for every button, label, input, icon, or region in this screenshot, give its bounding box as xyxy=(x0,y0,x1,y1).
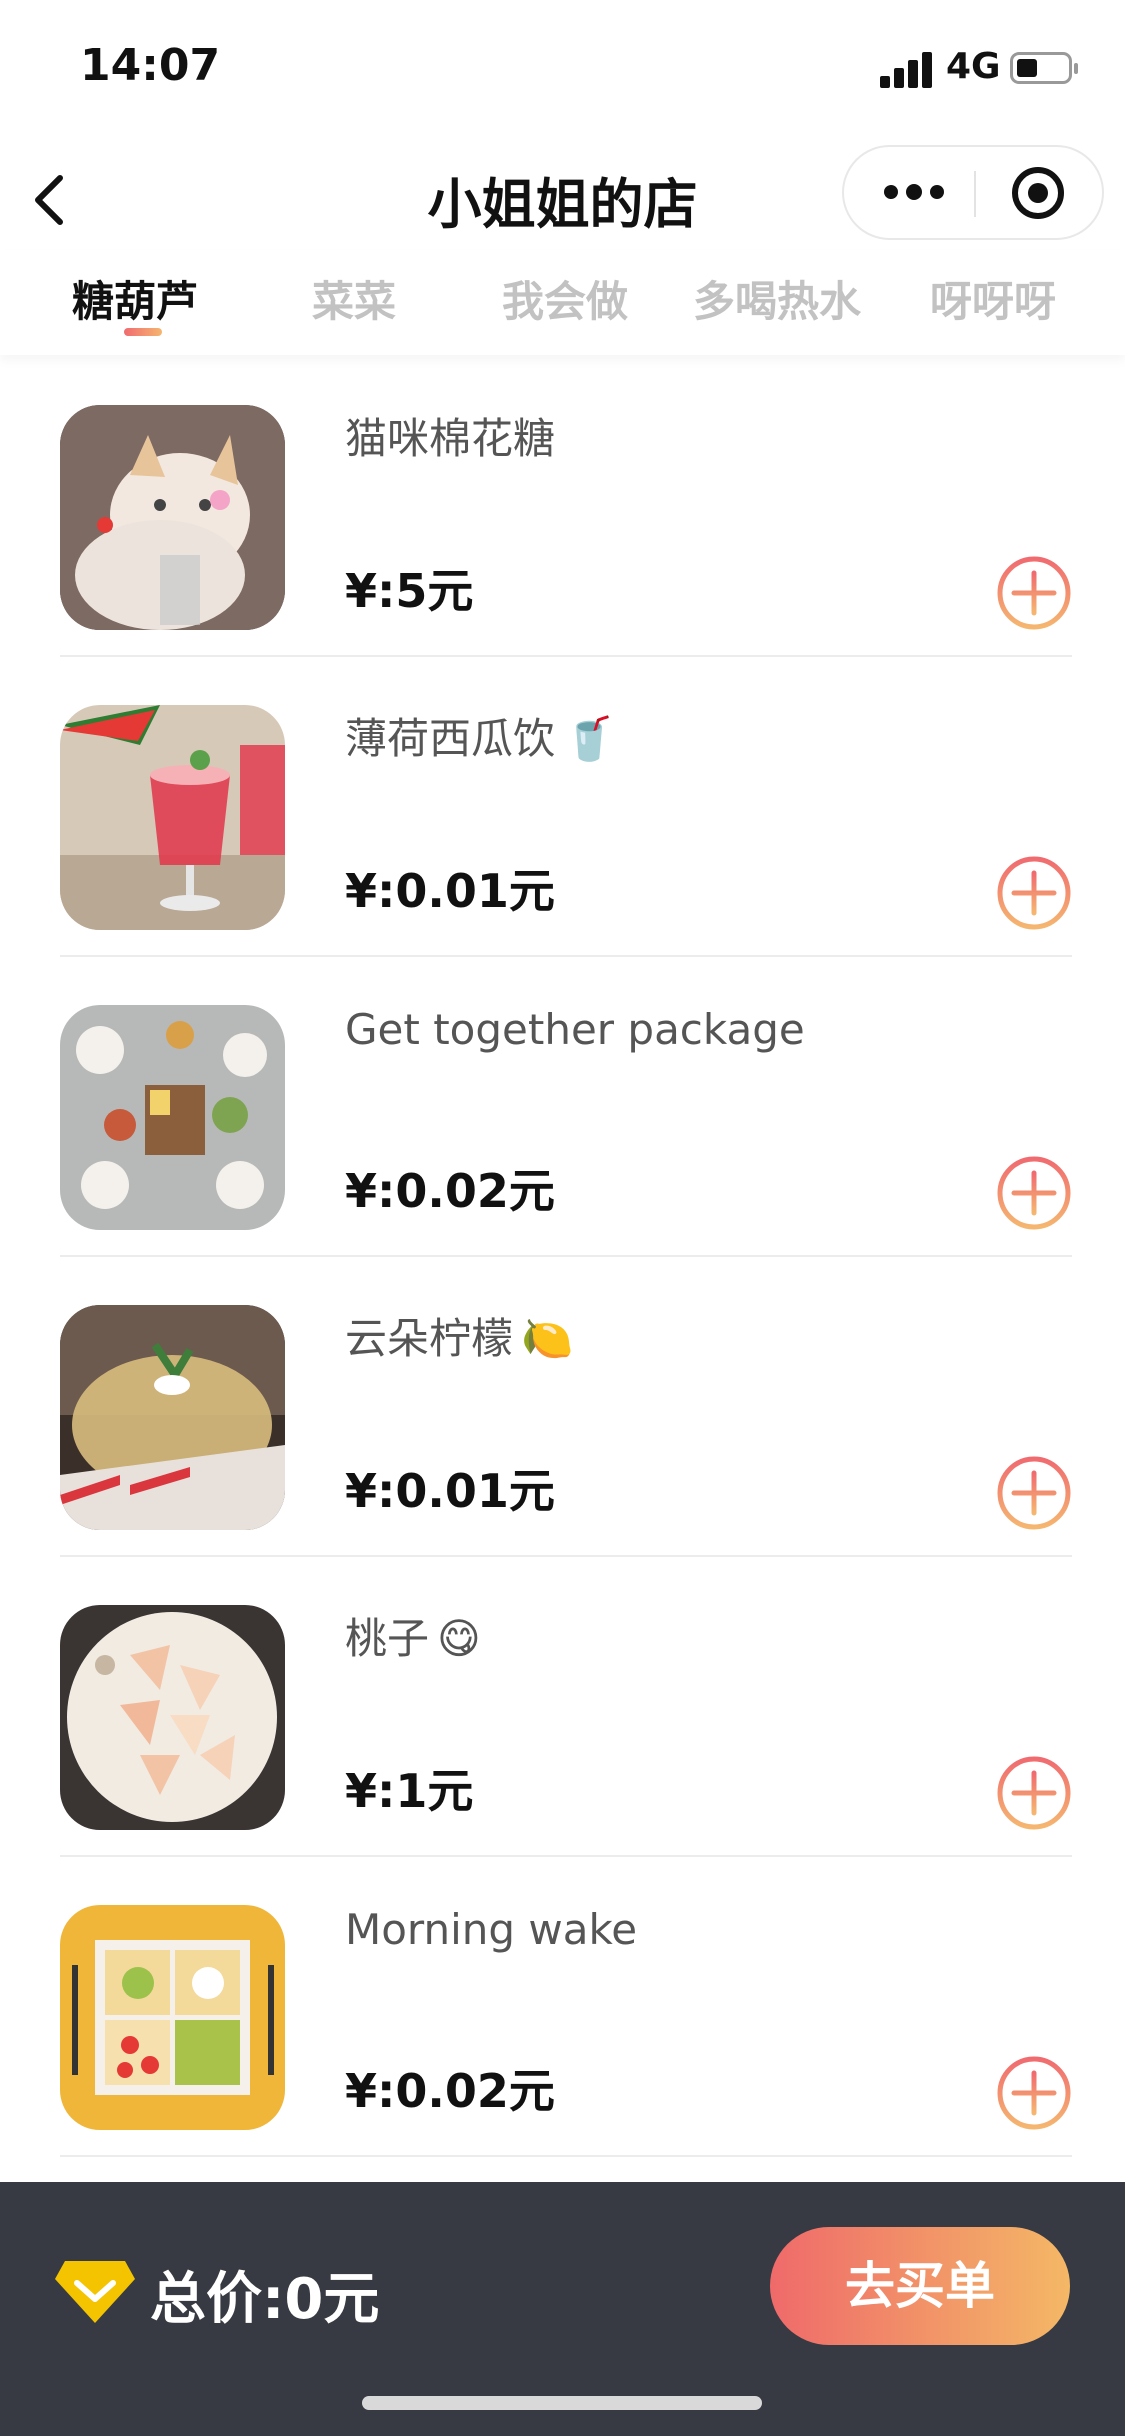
home-indicator[interactable] xyxy=(362,2396,762,2410)
battery-icon xyxy=(1010,52,1078,84)
close-target-icon[interactable] xyxy=(1012,167,1064,219)
product-price: ¥:0.01元 xyxy=(345,1464,555,1518)
status-time: 14:07 xyxy=(80,40,221,91)
lemon-emoji-icon: 🍋 xyxy=(521,1314,574,1363)
product-image xyxy=(60,1005,285,1230)
product-image xyxy=(60,1905,285,2130)
product-name: Get together package xyxy=(345,1005,805,1054)
category-tabs: 糖葫芦 菜菜 我会做 多喝热水 呀呀呀 xyxy=(0,250,1125,355)
list-item[interactable]: Get together package ¥:0.02元 xyxy=(60,955,1072,1257)
active-tab-indicator xyxy=(124,328,162,336)
product-name: 桃子 😋 xyxy=(345,1614,481,1663)
checkout-bar: 总价:0元 去买单 xyxy=(0,2182,1125,2436)
product-name: 云朵柠檬 🍋 xyxy=(345,1314,574,1363)
list-item[interactable]: 薄荷西瓜饮 🥤 ¥:0.01元 xyxy=(60,655,1072,957)
status-bar: 14:07 4G xyxy=(0,0,1125,140)
product-price: ¥:0.02元 xyxy=(345,1164,555,1218)
signal-icon xyxy=(880,50,934,88)
product-price: ¥:0.02元 xyxy=(345,2064,555,2118)
add-to-cart-button[interactable] xyxy=(996,555,1072,631)
add-to-cart-button[interactable] xyxy=(996,1755,1072,1831)
diamond-icon xyxy=(55,2257,135,2325)
product-image xyxy=(60,705,285,930)
network-type: 4G xyxy=(946,46,1001,87)
drink-emoji-icon: 🥤 xyxy=(563,714,616,763)
more-icon[interactable] xyxy=(884,179,944,207)
list-item[interactable]: Morning wake ¥:0.02元 xyxy=(60,1855,1072,2157)
tab-tanghulu[interactable]: 糖葫芦 xyxy=(72,268,198,329)
tab-caicai[interactable]: 菜菜 xyxy=(312,268,396,329)
checkout-button[interactable]: 去买单 xyxy=(770,2227,1070,2345)
yum-face-emoji-icon: 😋 xyxy=(437,1614,481,1663)
product-price: ¥:5元 xyxy=(345,564,474,618)
product-image xyxy=(60,405,285,630)
tab-yayaya[interactable]: 呀呀呀 xyxy=(930,268,1056,329)
list-item[interactable]: 云朵柠檬 🍋 ¥:0.01元 xyxy=(60,1255,1072,1557)
capsule-divider xyxy=(974,171,976,217)
tab-duoheireshui[interactable]: 多喝热水 xyxy=(693,268,861,329)
tab-wohuizuo[interactable]: 我会做 xyxy=(502,268,628,329)
product-image xyxy=(60,1305,285,1530)
add-to-cart-button[interactable] xyxy=(996,1455,1072,1531)
navigation-bar: 小姐姐的店 xyxy=(0,140,1125,250)
list-item[interactable]: 猫咪棉花糖 ¥:5元 xyxy=(60,355,1072,657)
product-price: ¥:0.01元 xyxy=(345,864,555,918)
total-price: 总价:0元 xyxy=(150,2267,380,2332)
product-name: 薄荷西瓜饮 🥤 xyxy=(345,714,616,763)
product-price: ¥:1元 xyxy=(345,1764,474,1818)
list-item[interactable]: 桃子 😋 ¥:1元 xyxy=(60,1555,1072,1857)
product-name: 猫咪棉花糖 xyxy=(345,414,556,463)
add-to-cart-button[interactable] xyxy=(996,2055,1072,2131)
product-name: Morning wake xyxy=(345,1905,638,1954)
mini-program-capsule xyxy=(842,145,1104,240)
product-image xyxy=(60,1605,285,1830)
add-to-cart-button[interactable] xyxy=(996,1155,1072,1231)
add-to-cart-button[interactable] xyxy=(996,855,1072,931)
